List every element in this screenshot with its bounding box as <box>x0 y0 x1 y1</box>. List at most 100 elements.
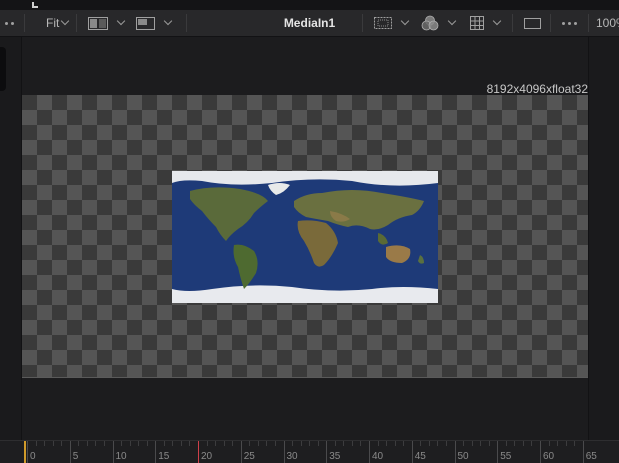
toolbar-divider <box>550 14 551 32</box>
chevron-down-icon <box>116 16 126 26</box>
grid-overlay-dropdown[interactable] <box>470 10 502 36</box>
fit-label: Fit <box>46 16 60 30</box>
timeline-minor-tick <box>163 441 165 446</box>
zoom-level-label: 100% <box>596 16 619 30</box>
viewer-toolbar: Fit MediaIn1 100 <box>0 10 619 37</box>
frame-guide-button[interactable] <box>524 10 541 36</box>
toolbar-divider <box>512 14 513 32</box>
viewer-title: MediaIn1 <box>283 16 336 30</box>
timeline-tick <box>411 441 413 463</box>
timeline-tick-label: 35 <box>329 451 341 462</box>
timeline-minor-tick <box>257 441 259 446</box>
timeline-ruler[interactable]: 0 5 10 15 20 25 30 35 40 45 50 55 60 65 <box>0 440 619 463</box>
timeline-tick-label: 20 <box>201 451 213 462</box>
timeline-tick-label: 40 <box>372 451 384 462</box>
timeline-tick-label: 45 <box>414 451 426 462</box>
world-map-image <box>172 171 438 303</box>
view-layout-dropdown[interactable] <box>136 10 173 36</box>
timeline-tick <box>240 441 242 463</box>
timeline-minor-tick <box>35 441 37 446</box>
in-point-marker[interactable] <box>24 441 26 463</box>
chevron-down-icon <box>492 16 502 26</box>
timeline-minor-tick <box>180 441 182 446</box>
grid-icon <box>470 16 484 30</box>
roi-icon <box>374 17 392 29</box>
timeline-minor-tick <box>44 441 46 446</box>
timeline-tick <box>69 441 71 463</box>
fit-zoom-dropdown[interactable]: Fit <box>46 10 70 36</box>
timeline-minor-tick <box>522 441 524 446</box>
color-channel-icon <box>421 15 439 31</box>
timeline-tick <box>112 441 114 463</box>
timeline-minor-tick <box>309 441 311 446</box>
viewer-canvas[interactable]: 8192x4096xfloat32 <box>22 37 588 440</box>
color-channel-dropdown[interactable] <box>421 10 457 36</box>
timeline-minor-tick <box>360 441 362 446</box>
timeline-minor-tick <box>351 441 353 446</box>
timeline-tick <box>497 441 499 463</box>
view-layout-icon <box>136 16 155 30</box>
timeline-tick <box>540 441 541 463</box>
timeline-tick <box>582 441 584 463</box>
timeline-minor-tick <box>334 441 336 446</box>
timeline-minor-tick <box>129 441 131 446</box>
timeline-minor-tick <box>386 441 388 446</box>
timeline-minor-tick <box>300 441 302 446</box>
playhead[interactable] <box>198 441 199 463</box>
timeline-tick <box>155 441 157 463</box>
timeline-tick-label: 15 <box>158 451 170 462</box>
split-view-dropdown[interactable] <box>88 10 126 36</box>
resolution-readout: 8192x4096xfloat32 <box>486 82 588 96</box>
timeline-tick-label: 30 <box>286 451 298 462</box>
timeline-minor-tick <box>95 441 97 446</box>
timeline-minor-tick <box>574 441 576 446</box>
timeline-minor-tick <box>377 441 379 446</box>
timeline-minor-tick <box>445 441 447 446</box>
timeline-tick <box>27 441 28 463</box>
timeline-tick-label: 60 <box>543 451 555 462</box>
roi-dropdown[interactable] <box>374 10 410 36</box>
toolbar-divider <box>362 14 363 32</box>
timeline-minor-tick <box>488 441 490 446</box>
timeline-tick-label: 50 <box>457 451 469 462</box>
timeline-minor-tick <box>437 441 439 446</box>
timeline-minor-tick <box>557 441 559 446</box>
timeline-minor-tick <box>215 441 217 446</box>
more-options-button[interactable] <box>562 10 577 36</box>
timeline-minor-tick <box>146 441 148 446</box>
timeline-minor-tick <box>505 441 507 446</box>
timeline-tick <box>283 441 285 463</box>
panel-collapse-tab[interactable] <box>0 47 6 91</box>
timeline-minor-tick <box>266 441 268 446</box>
right-side-panel <box>588 37 619 440</box>
timeline-minor-tick <box>463 441 465 446</box>
timeline-tick-label: 55 <box>500 451 512 462</box>
timeline-minor-tick <box>565 441 567 446</box>
corner-mark-icon <box>32 2 38 8</box>
timeline-tick-label: 5 <box>72 451 79 462</box>
more-options-left-button[interactable] <box>0 10 18 36</box>
timeline-minor-tick <box>172 441 174 446</box>
chevron-down-icon <box>163 16 173 26</box>
timeline-minor-tick <box>317 441 319 446</box>
timeline-minor-tick <box>514 441 516 446</box>
chevron-down-icon <box>400 16 410 26</box>
timeline-tick <box>454 441 456 463</box>
timeline-minor-tick <box>138 441 140 446</box>
zoom-level-dropdown[interactable]: 100% <box>596 10 619 36</box>
timeline-minor-tick <box>480 441 482 446</box>
chevron-down-icon <box>61 16 70 26</box>
toolbar-divider <box>186 14 187 32</box>
left-side-panel <box>0 37 22 440</box>
toolbar-divider <box>24 14 25 32</box>
timeline-tick-label: 25 <box>243 451 255 462</box>
timeline-tick-label: 10 <box>115 451 127 462</box>
timeline-minor-tick <box>52 441 54 446</box>
timeline-minor-tick <box>189 441 191 446</box>
timeline-minor-tick <box>471 441 473 446</box>
timeline-minor-tick <box>223 441 225 446</box>
timeline-minor-tick <box>61 441 63 446</box>
chevron-down-icon <box>447 16 457 26</box>
ellipsis-icon <box>562 21 577 25</box>
timeline-minor-tick <box>103 441 105 446</box>
